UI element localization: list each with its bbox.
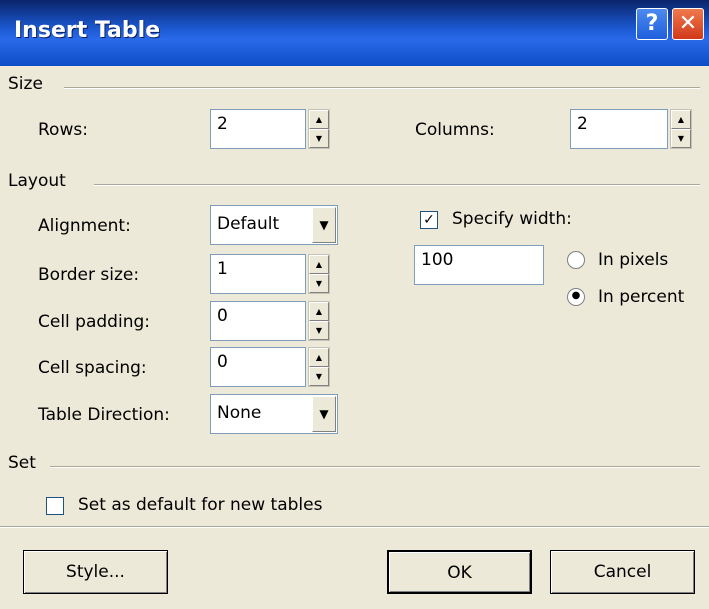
set-heading: Set bbox=[8, 453, 36, 473]
in-pixels-radio[interactable] bbox=[567, 251, 585, 269]
alignment-value: Default bbox=[217, 214, 280, 234]
alignment-select[interactable]: Default ▼ bbox=[210, 205, 338, 245]
spin-down-icon[interactable]: ▼ bbox=[671, 129, 691, 148]
width-input[interactable]: 100 bbox=[414, 245, 544, 285]
in-percent-radio[interactable]: ● bbox=[567, 288, 585, 306]
cell-padding-input[interactable]: 0 bbox=[210, 301, 306, 341]
specify-width-label: Specify width: bbox=[452, 209, 572, 229]
style-button[interactable]: Style... bbox=[23, 550, 168, 594]
rows-spinner[interactable]: ▲ ▼ bbox=[308, 109, 330, 149]
size-divider bbox=[64, 87, 700, 89]
in-percent-label: In percent bbox=[598, 287, 685, 307]
rows-input[interactable]: 2 bbox=[210, 109, 306, 149]
cell-padding-label: Cell padding: bbox=[38, 312, 150, 332]
help-icon: ? bbox=[645, 11, 659, 36]
cancel-button[interactable]: Cancel bbox=[550, 550, 695, 594]
spin-down-icon[interactable]: ▼ bbox=[309, 367, 329, 386]
spin-down-icon[interactable]: ▼ bbox=[309, 129, 329, 148]
spin-up-icon[interactable]: ▲ bbox=[309, 255, 329, 274]
footer-divider bbox=[0, 526, 709, 528]
columns-spinner[interactable]: ▲ ▼ bbox=[670, 109, 692, 149]
alignment-label: Alignment: bbox=[38, 216, 131, 236]
size-heading: Size bbox=[8, 74, 43, 94]
chevron-down-icon[interactable]: ▼ bbox=[312, 396, 336, 432]
rows-label: Rows: bbox=[38, 120, 88, 140]
set-default-checkbox[interactable] bbox=[46, 497, 64, 515]
table-direction-select[interactable]: None ▼ bbox=[210, 394, 338, 434]
border-size-input[interactable]: 1 bbox=[210, 254, 306, 294]
columns-input[interactable]: 2 bbox=[570, 109, 668, 149]
chevron-down-icon[interactable]: ▼ bbox=[312, 207, 336, 243]
layout-divider bbox=[94, 184, 700, 186]
spin-down-icon[interactable]: ▼ bbox=[309, 321, 329, 340]
set-default-label: Set as default for new tables bbox=[78, 495, 323, 515]
close-button[interactable]: ✕ bbox=[672, 8, 704, 40]
border-size-spinner[interactable]: ▲ ▼ bbox=[308, 254, 330, 294]
in-pixels-label: In pixels bbox=[598, 250, 669, 270]
spin-up-icon[interactable]: ▲ bbox=[309, 348, 329, 367]
layout-heading: Layout bbox=[8, 171, 66, 191]
table-direction-label: Table Direction: bbox=[38, 405, 170, 425]
ok-button[interactable]: OK bbox=[387, 550, 532, 594]
spin-up-icon[interactable]: ▲ bbox=[671, 110, 691, 129]
border-size-label: Border size: bbox=[38, 265, 140, 285]
window-title: Insert Table bbox=[14, 18, 161, 43]
cell-spacing-input[interactable]: 0 bbox=[210, 347, 306, 387]
spin-up-icon[interactable]: ▲ bbox=[309, 302, 329, 321]
spin-down-icon[interactable]: ▼ bbox=[309, 274, 329, 293]
table-direction-value: None bbox=[217, 403, 262, 423]
spin-up-icon[interactable]: ▲ bbox=[309, 110, 329, 129]
columns-label: Columns: bbox=[415, 120, 495, 140]
close-icon: ✕ bbox=[678, 11, 698, 36]
specify-width-checkbox[interactable]: ✓ bbox=[420, 211, 438, 229]
cell-padding-spinner[interactable]: ▲ ▼ bbox=[308, 301, 330, 341]
help-button[interactable]: ? bbox=[636, 8, 668, 40]
cell-spacing-label: Cell spacing: bbox=[38, 358, 147, 378]
title-bar[interactable]: Insert Table ? ✕ bbox=[0, 0, 709, 66]
cell-spacing-spinner[interactable]: ▲ ▼ bbox=[308, 347, 330, 387]
set-divider bbox=[50, 466, 700, 468]
